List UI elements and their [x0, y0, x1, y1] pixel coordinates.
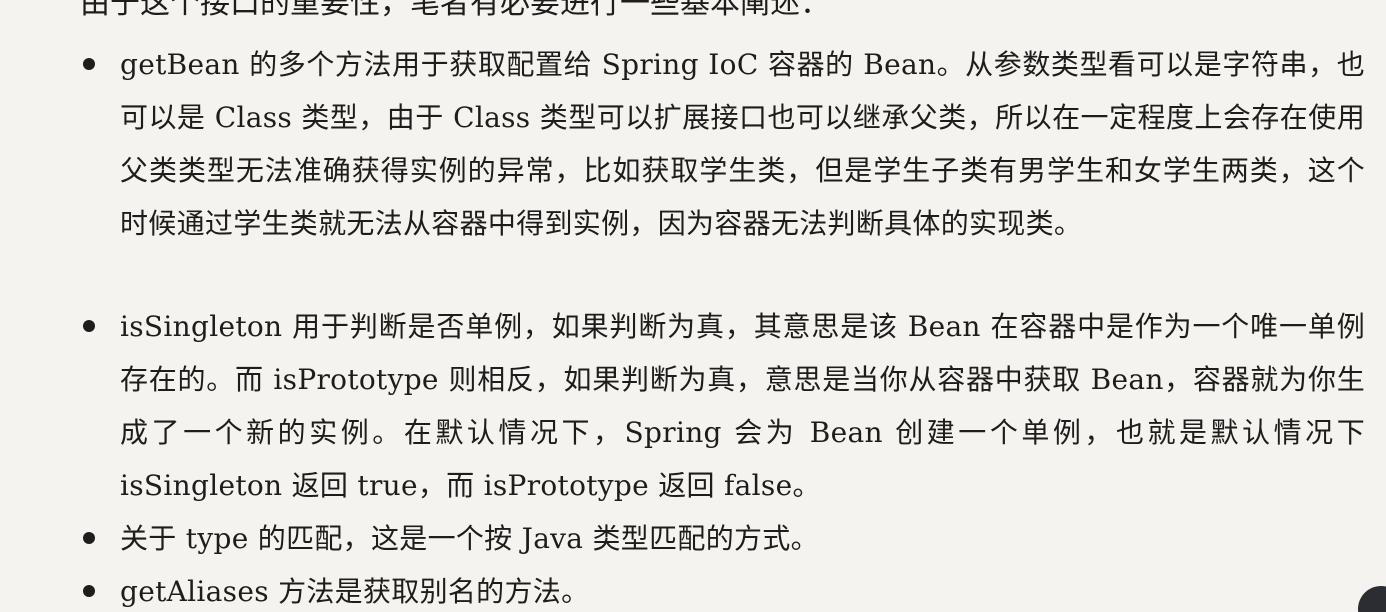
intro-paragraph: 由于这个接口的重要性，笔者有必要进行一些基本阐述： [80, 0, 830, 21]
list-item: getBean 的多个方法用于获取配置给 Spring IoC 容器的 Bean… [83, 38, 1365, 250]
list-item: isSingleton 用于判断是否单例，如果判断为真，其意思是该 Bean 在… [83, 300, 1365, 512]
list-item-text: isSingleton 用于判断是否单例，如果判断为真，其意思是该 Bean 在… [120, 310, 1365, 502]
list-item-text: 关于 type 的匹配，这是一个按 Java 类型匹配的方式。 [120, 522, 819, 555]
bullet-icon [83, 320, 95, 332]
book-page: 由于这个接口的重要性，笔者有必要进行一些基本阐述： getBean 的多个方法用… [0, 0, 1386, 612]
bullet-icon [83, 58, 95, 70]
list-item: getAliases 方法是获取别名的方法。 [83, 565, 1365, 612]
bullet-icon [83, 532, 95, 544]
bullet-icon [83, 585, 95, 597]
list-item-text: getAliases 方法是获取别名的方法。 [120, 575, 590, 608]
list-item-text: getBean 的多个方法用于获取配置给 Spring IoC 容器的 Bean… [120, 48, 1365, 240]
list-item: 关于 type 的匹配，这是一个按 Java 类型匹配的方式。 [83, 512, 1365, 565]
